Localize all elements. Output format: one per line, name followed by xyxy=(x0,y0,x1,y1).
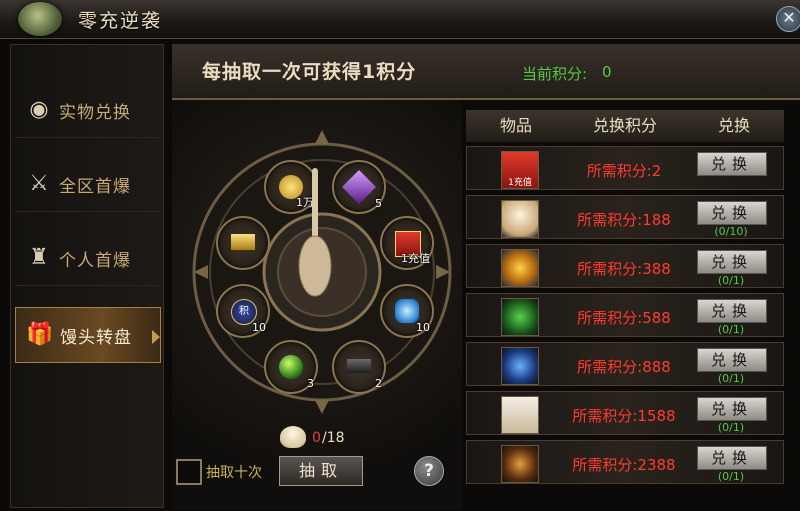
exchange-limit: (0/1) xyxy=(717,372,745,385)
spoon-pointer xyxy=(298,168,332,297)
wheel-slot-points-token: 积 10 xyxy=(216,284,270,338)
sidebar-item-server-first-drop[interactable]: ⚔ 全区首爆 xyxy=(15,157,159,212)
sidebar: ◉ 实物兑换 ⚔ 全区首爆 ♜ 个人首爆 🎁 馒头转盘 xyxy=(10,44,164,508)
exchange-limit: (0/10) xyxy=(714,225,748,238)
demon-warrior-icon xyxy=(501,445,539,483)
wheel-slot-green-orb: 3 xyxy=(264,340,318,394)
exchange-limit: (0/1) xyxy=(717,421,745,434)
table-row: 所需积分:2388 兑换 (0/1) xyxy=(466,440,784,484)
active-indicator-arrow xyxy=(152,330,160,344)
exchange-button[interactable]: 兑换 xyxy=(697,397,767,421)
steamed-bun-icon xyxy=(280,426,306,448)
current-points-value: 0 xyxy=(602,63,612,81)
exchange-button[interactable]: 兑换 xyxy=(697,152,767,176)
required-points: 所需积分:1588 xyxy=(572,407,676,425)
table-row: 所需积分:588 兑换 (0/1) xyxy=(466,293,784,337)
sidebar-item-personal-first-drop[interactable]: ♜ 个人首爆 xyxy=(15,231,159,286)
sidebar-item-bun-wheel[interactable]: 🎁 馒头转盘 xyxy=(15,307,161,363)
info-banner: 每抽取一次可获得1积分 当前积分: 0 xyxy=(172,44,800,100)
wheel-slot-gold-bar xyxy=(216,216,270,270)
wheel-area: 1万 5 1充值 10 2 3 积 10 xyxy=(172,100,462,510)
sidebar-item-physical-exchange[interactable]: ◉ 实物兑换 xyxy=(15,83,159,138)
title-bar: 零充逆袭 ✕ xyxy=(0,0,800,39)
exchange-limit: (0/1) xyxy=(717,274,745,287)
gift-icon: 🎁 xyxy=(26,322,54,347)
table-row: 所需积分:888 兑换 (0/1) xyxy=(466,342,784,386)
sidebar-item-label: 全区首爆 xyxy=(59,177,131,197)
table-row: 1充值 所需积分:2 兑换 xyxy=(466,146,784,190)
window-title: 零充逆袭 xyxy=(78,10,163,32)
exchange-button[interactable]: 兑换 xyxy=(697,348,767,372)
iron-ingot-icon xyxy=(347,359,371,373)
exchange-button[interactable]: 兑换 xyxy=(697,201,767,225)
gold-ring-icon xyxy=(501,249,539,287)
required-points: 所需积分:388 xyxy=(577,260,671,278)
header-item: 物品 xyxy=(466,110,566,142)
table-row: 所需积分:388 兑换 (0/1) xyxy=(466,244,784,288)
required-points: 所需积分:2 xyxy=(586,162,662,180)
sidebar-item-label: 实物兑换 xyxy=(59,103,131,123)
blue-crystal-icon xyxy=(395,299,419,323)
required-points: 所需积分:2388 xyxy=(572,456,676,474)
sidebar-item-label: 个人首爆 xyxy=(59,251,131,271)
current-points-label: 当前积分: xyxy=(522,65,588,83)
draw-ten-checkbox[interactable] xyxy=(176,459,202,485)
banner-text: 每抽取一次可获得1积分 xyxy=(202,61,417,83)
crossed-swords-icon: ⚔ xyxy=(29,171,49,196)
jade-emblem-icon xyxy=(18,2,62,36)
exchange-button[interactable]: 兑换 xyxy=(697,299,767,323)
sidebar-item-label: 馒头转盘 xyxy=(60,328,132,348)
slot-count: 5 xyxy=(375,197,382,210)
help-button[interactable]: ? xyxy=(414,456,444,486)
wheel-slot-red-envelope: 1充值 xyxy=(380,216,434,270)
header-points: 兑换积分 xyxy=(566,110,684,142)
steamed-bun-icon xyxy=(501,200,539,238)
slot-count: 2 xyxy=(375,377,382,390)
slot-count: 3 xyxy=(307,377,314,390)
header-exchange: 兑换 xyxy=(684,110,784,142)
red-envelope-icon: 1充值 xyxy=(501,151,539,189)
green-mount-icon xyxy=(501,298,539,336)
exchange-button[interactable]: 兑换 xyxy=(697,446,767,470)
table-row: 所需积分:1588 兑换 (0/1) xyxy=(466,391,784,435)
slot-count: 10 xyxy=(252,321,266,334)
draw-button[interactable]: 抽取 xyxy=(279,456,363,486)
draw-ten-label: 抽取十次 xyxy=(206,465,262,481)
required-points: 所需积分:188 xyxy=(577,211,671,229)
slot-count: 1充值 xyxy=(401,252,430,265)
wheel-slot-blue-crystal: 10 xyxy=(380,284,434,338)
exchange-table: 物品 兑换积分 兑换 1充值 所需积分:2 兑换 所需积分:188 兑换 (0/… xyxy=(466,110,784,506)
exchange-limit: (0/1) xyxy=(717,323,745,336)
bun-count-current: 0 xyxy=(312,430,321,446)
wheel-slot-iron-ingot: 2 xyxy=(332,340,386,394)
slot-count: 10 xyxy=(416,321,430,334)
close-button[interactable]: ✕ xyxy=(776,6,800,32)
gold-bar-icon xyxy=(231,234,255,250)
bun-count-max: /18 xyxy=(322,430,345,446)
required-points: 所需积分:888 xyxy=(577,358,671,376)
item-tag: 1充值 xyxy=(508,178,532,188)
required-points: 所需积分:588 xyxy=(577,309,671,327)
blue-mount-icon xyxy=(501,347,539,385)
table-row: 所需积分:188 兑换 (0/10) xyxy=(466,195,784,239)
exchange-limit: (0/1) xyxy=(717,470,745,483)
purple-gem-icon xyxy=(342,170,376,204)
exchange-button[interactable]: 兑换 xyxy=(697,250,767,274)
green-orb-icon xyxy=(279,355,303,379)
warrior-icon: ♜ xyxy=(29,245,49,270)
white-horse-icon xyxy=(501,396,539,434)
egg-icon: ◉ xyxy=(29,97,49,122)
wheel-slot-purple-gem: 5 xyxy=(332,160,386,214)
